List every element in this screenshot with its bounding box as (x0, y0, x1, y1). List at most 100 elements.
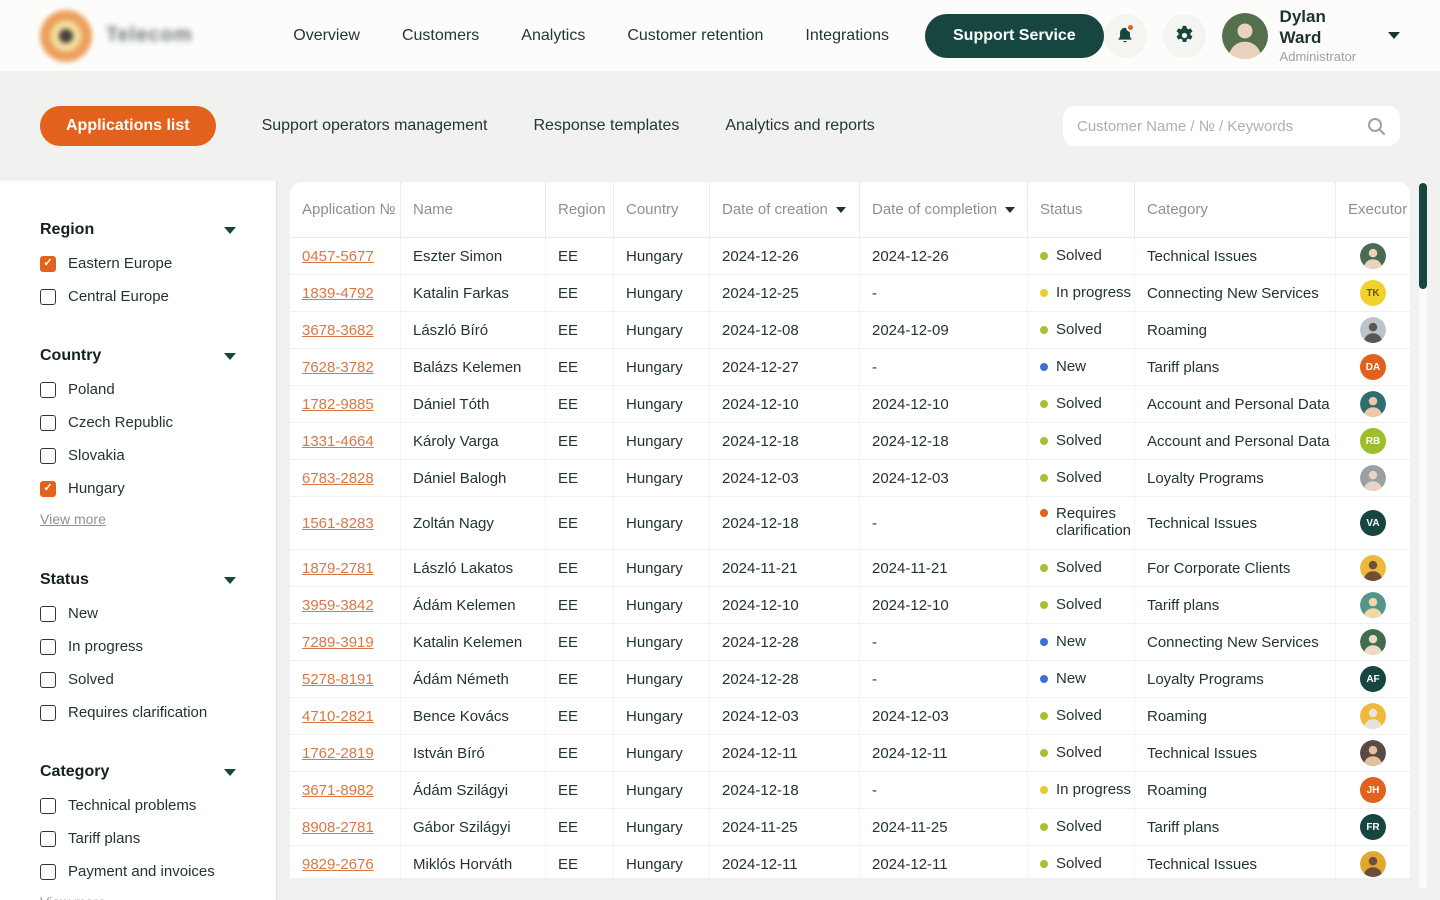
filter-option-requires-clarification[interactable]: Requires clarification (40, 704, 236, 721)
support-service-button[interactable]: Support Service (925, 14, 1104, 58)
tab-applications-list[interactable]: Applications list (40, 106, 216, 146)
checkbox[interactable] (40, 864, 56, 880)
filter-section-header[interactable]: Category (40, 763, 236, 781)
executor-avatar[interactable] (1360, 317, 1386, 343)
executor-avatar[interactable] (1360, 243, 1386, 269)
chevron-down-icon[interactable] (224, 227, 236, 234)
executor-avatar[interactable] (1360, 703, 1386, 729)
column-header-label: Date of completion (872, 201, 997, 218)
application-number-link[interactable]: 5278-8191 (302, 671, 374, 688)
filter-option-poland[interactable]: Poland (40, 381, 236, 398)
notifications-button[interactable] (1104, 14, 1147, 58)
checkbox[interactable] (40, 639, 56, 655)
nav-item-overview[interactable]: Overview (293, 27, 360, 45)
tab-support-operators-management[interactable]: Support operators management (262, 117, 488, 135)
sort-chevron-icon[interactable] (836, 207, 846, 213)
filter-option-hungary[interactable]: ✓Hungary (40, 480, 236, 497)
search-input[interactable] (1077, 118, 1366, 135)
checkbox[interactable] (40, 382, 56, 398)
checkbox[interactable]: ✓ (40, 256, 56, 272)
chevron-down-icon[interactable] (224, 353, 236, 360)
checkbox[interactable] (40, 798, 56, 814)
executor-avatar[interactable] (1360, 465, 1386, 491)
application-number-link[interactable]: 8908-2781 (302, 819, 374, 836)
checkbox[interactable] (40, 705, 56, 721)
executor-avatar[interactable] (1360, 391, 1386, 417)
executor-avatar[interactable]: VA (1360, 510, 1386, 536)
application-number-link[interactable]: 1561-8283 (302, 515, 374, 532)
search-box[interactable] (1063, 106, 1400, 146)
checkbox[interactable] (40, 672, 56, 688)
nav-item-customers[interactable]: Customers (402, 27, 479, 45)
person-photo-icon (1360, 740, 1386, 766)
filter-option-new[interactable]: New (40, 605, 236, 622)
checkbox[interactable] (40, 606, 56, 622)
filter-option-in-progress[interactable]: In progress (40, 638, 236, 655)
filter-option-tariff-plans[interactable]: Tariff plans (40, 830, 236, 847)
view-more-link[interactable]: View more (40, 511, 106, 527)
application-number-link[interactable]: 9829-2676 (302, 856, 374, 873)
application-number-link[interactable]: 6783-2828 (302, 470, 374, 487)
filter-option-eastern-europe[interactable]: ✓Eastern Europe (40, 255, 236, 272)
executor-avatar[interactable] (1360, 851, 1386, 877)
tab-response-templates[interactable]: Response templates (534, 117, 680, 135)
cell-country: Hungary (613, 275, 709, 311)
cell-date-of-creation: 2024-11-25 (709, 809, 859, 845)
executor-avatar[interactable]: RB (1360, 428, 1386, 454)
checkbox[interactable] (40, 448, 56, 464)
scrollbar-thumb[interactable] (1419, 183, 1427, 289)
executor-avatar[interactable] (1360, 629, 1386, 655)
executor-avatar[interactable]: FR (1360, 814, 1386, 840)
filter-section-header[interactable]: Status (40, 571, 236, 589)
chevron-down-icon[interactable] (224, 577, 236, 584)
executor-avatar[interactable] (1360, 592, 1386, 618)
application-number-link[interactable]: 1762-2819 (302, 745, 374, 762)
application-number-link[interactable]: 3678-3682 (302, 322, 374, 339)
executor-avatar[interactable] (1360, 740, 1386, 766)
application-number-link[interactable]: 1331-4664 (302, 433, 374, 450)
nav-item-customer-retention[interactable]: Customer retention (627, 27, 763, 45)
executor-avatar[interactable]: DA (1360, 354, 1386, 380)
executor-avatar[interactable]: AF (1360, 666, 1386, 692)
checkbox[interactable] (40, 415, 56, 431)
application-number-link[interactable]: 1839-4792 (302, 285, 374, 302)
filter-option-technical-problems[interactable]: Technical problems (40, 797, 236, 814)
filter-option-solved[interactable]: Solved (40, 671, 236, 688)
application-number-link[interactable]: 3959-3842 (302, 597, 374, 614)
chevron-down-icon[interactable] (1388, 32, 1400, 39)
filter-option-czech-republic[interactable]: Czech Republic (40, 414, 236, 431)
checkbox[interactable] (40, 289, 56, 305)
application-number-link[interactable]: 7628-3782 (302, 359, 374, 376)
search-icon[interactable] (1366, 116, 1386, 136)
filter-option-slovakia[interactable]: Slovakia (40, 447, 236, 464)
cell-application-number: 1561-8283 (290, 497, 400, 549)
status-dot-icon (1040, 823, 1048, 831)
nav-item-analytics[interactable]: Analytics (521, 27, 585, 45)
application-number-link[interactable]: 1879-2781 (302, 560, 374, 577)
sort-chevron-icon[interactable] (1005, 207, 1015, 213)
application-number-link[interactable]: 7289-3919 (302, 634, 374, 651)
user-menu[interactable]: Dylan Ward Administrator (1222, 6, 1400, 65)
executor-avatar[interactable]: TK (1360, 280, 1386, 306)
filter-option-payment-and-invoices[interactable]: Payment and invoices (40, 863, 236, 880)
executor-avatar[interactable] (1360, 555, 1386, 581)
application-number-link[interactable]: 4710-2821 (302, 708, 374, 725)
scrollbar-track[interactable] (1419, 181, 1427, 889)
checkbox[interactable] (40, 831, 56, 847)
column-header-label: Date of creation (722, 201, 828, 218)
tab-analytics-and-reports[interactable]: Analytics and reports (725, 117, 874, 135)
filter-option-central-europe[interactable]: Central Europe (40, 288, 236, 305)
view-more-link[interactable]: View more (40, 894, 106, 900)
chevron-down-icon[interactable] (224, 769, 236, 776)
filter-section-header[interactable]: Region (40, 221, 236, 239)
application-number-link[interactable]: 1782-9885 (302, 396, 374, 413)
application-number-link[interactable]: 3671-8982 (302, 782, 374, 799)
checkbox[interactable]: ✓ (40, 481, 56, 497)
application-number-link[interactable]: 0457-5677 (302, 248, 374, 265)
settings-button[interactable] (1163, 14, 1206, 58)
filter-section-header[interactable]: Country (40, 347, 236, 365)
table-row: 7628-3782Balázs KelemenEEHungary2024-12-… (290, 349, 1410, 386)
nav-item-integrations[interactable]: Integrations (805, 27, 889, 45)
table-row: 3671-8982Ádám SzilágyiEEHungary2024-12-1… (290, 772, 1410, 809)
executor-avatar[interactable]: JH (1360, 777, 1386, 803)
